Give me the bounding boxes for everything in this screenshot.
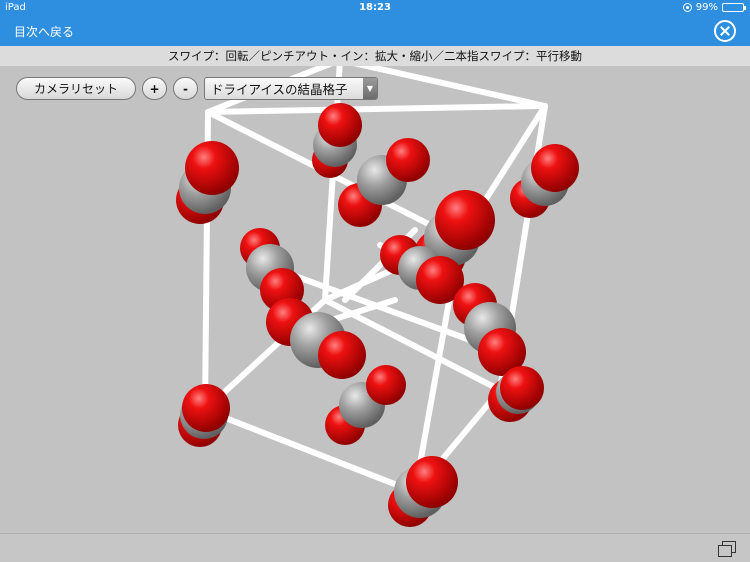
oxygen-atom	[185, 141, 239, 195]
model-select-value: ドライアイスの結晶格子	[211, 82, 348, 97]
bottom-bar	[0, 533, 750, 562]
co2-molecule	[178, 384, 230, 447]
clock: 18:23	[359, 2, 391, 13]
oxygen-atom	[366, 365, 406, 405]
back-to-contents-link[interactable]: 目次へ戻る	[14, 23, 74, 40]
lattice-edge	[202, 407, 418, 495]
camera-reset-button[interactable]: カメラリセット	[16, 77, 136, 100]
co2-molecule	[312, 103, 362, 178]
oxygen-atom	[500, 366, 544, 410]
battery-percent: 99%	[695, 2, 718, 13]
oxygen-atom	[531, 144, 579, 192]
lattice-edge	[322, 66, 343, 303]
close-icon[interactable]	[714, 20, 736, 42]
orientation-lock-icon	[682, 3, 692, 12]
3d-viewer[interactable]: カメラリセット + - ドライアイスの結晶格子 ▼	[0, 66, 750, 533]
oxygen-atom	[182, 384, 230, 432]
molecules	[176, 103, 579, 527]
oxygen-atom	[406, 456, 458, 508]
oxygen-atom	[386, 138, 430, 182]
oxygen-atom	[435, 190, 495, 250]
model-select[interactable]: ドライアイスの結晶格子 ▼	[204, 77, 378, 100]
status-right: 99%	[682, 2, 746, 13]
window-switch-icon[interactable]	[718, 541, 736, 557]
gesture-hint: スワイプ：回転／ピンチアウト・イン：拡大・縮小／二本指スワイプ：平行移動	[0, 46, 750, 66]
oxygen-atom	[318, 331, 366, 379]
viewer-toolbar: カメラリセット + - ドライアイスの結晶格子 ▼	[16, 77, 378, 100]
zoom-out-button[interactable]: -	[173, 77, 198, 100]
chevron-down-icon: ▼	[363, 78, 377, 99]
zoom-in-button[interactable]: +	[142, 77, 167, 100]
status-bar: iPad 18:23 99%	[0, 0, 750, 16]
oxygen-atom	[318, 103, 362, 147]
nav-bar: 目次へ戻る	[0, 16, 750, 46]
lattice-edge	[205, 103, 543, 115]
co2-molecule	[388, 456, 458, 527]
crystal-lattice-scene[interactable]	[0, 66, 750, 533]
co2-molecule	[176, 141, 239, 224]
co2-molecule	[510, 144, 579, 218]
battery-icon	[722, 3, 746, 12]
